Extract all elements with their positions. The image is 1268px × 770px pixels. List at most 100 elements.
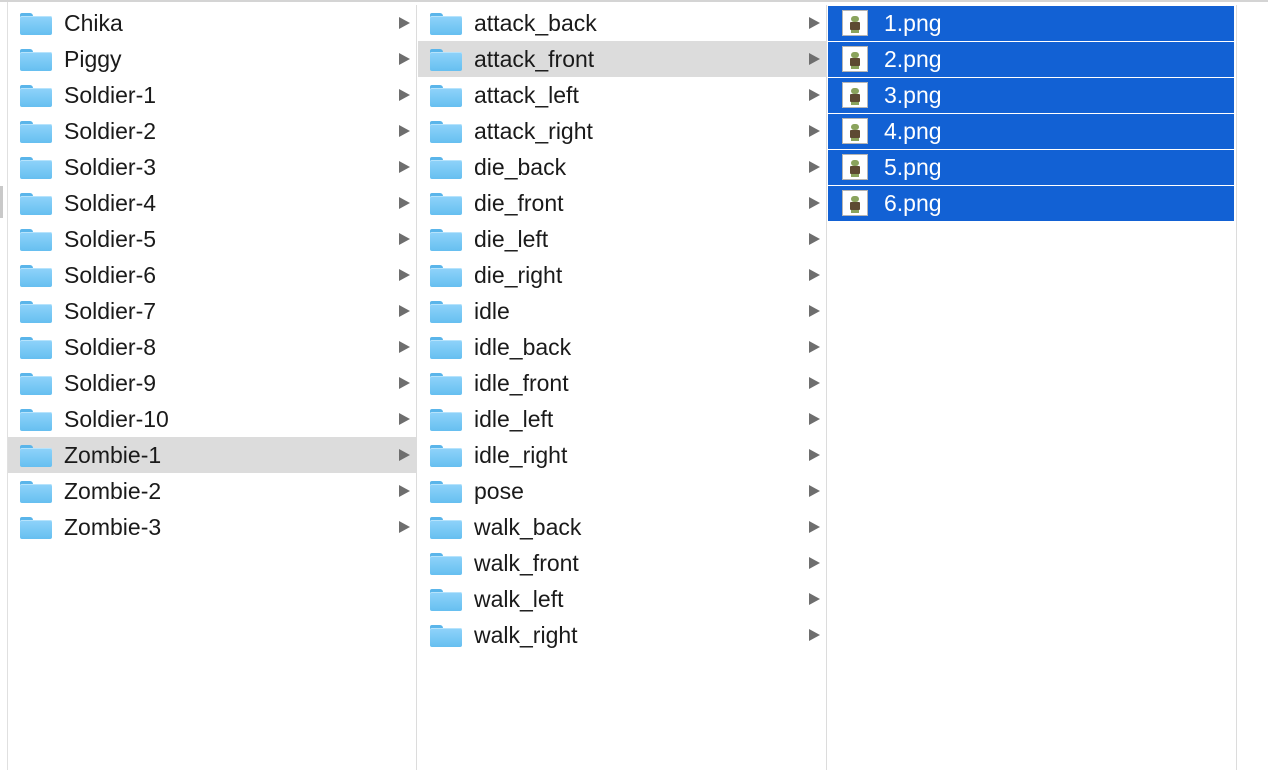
folder-icon [430,229,462,251]
folder-label: Zombie-2 [64,478,162,504]
folder-row[interactable]: attack_left [418,77,826,113]
folder-row[interactable]: idle_back [418,329,826,365]
folder-label: idle_back [474,334,572,360]
folder-row[interactable]: Zombie-3 [8,509,416,545]
png-file-icon [842,46,868,72]
window-top-border [0,0,1268,2]
folder-label: idle [474,298,510,324]
folder-row[interactable]: Zombie-1 [8,437,416,473]
folder-label: walk_right [474,622,578,648]
folder-row[interactable]: die_back [418,149,826,185]
folder-label: attack_back [474,10,597,36]
folder-row[interactable]: walk_back [418,509,826,545]
disclosure-arrow-icon [399,341,410,353]
folder-icon [20,49,52,71]
folder-icon [20,193,52,215]
file-label: 6.png [884,190,942,216]
folder-row[interactable]: Soldier-2 [8,113,416,149]
folder-icon [20,337,52,359]
folder-icon [430,445,462,467]
disclosure-arrow-icon [809,449,820,461]
folder-icon [20,157,52,179]
column-characters[interactable]: Chika Piggy Soldier-1 Soldier-2 Soldier-3 Sol… [8,5,417,770]
folder-row[interactable]: Piggy [8,41,416,77]
folder-icon [20,265,52,287]
folder-icon [20,121,52,143]
folder-icon [20,517,52,539]
folder-row[interactable]: Soldier-7 [8,293,416,329]
folder-label: die_left [474,226,549,252]
disclosure-arrow-icon [809,269,820,281]
disclosure-arrow-icon [809,89,820,101]
file-row[interactable]: 6.png [828,186,1234,221]
sidebar-resize-handle[interactable] [0,186,3,218]
disclosure-arrow-icon [809,305,820,317]
disclosure-arrow-icon [399,269,410,281]
png-file-icon [842,82,868,108]
file-row[interactable]: 4.png [828,114,1234,149]
file-row[interactable]: 3.png [828,78,1234,113]
file-label: 2.png [884,46,942,72]
column-animations[interactable]: attack_back attack_front attack_leftattack… [418,5,827,770]
folder-label: Soldier-9 [64,370,157,396]
disclosure-arrow-icon [809,485,820,497]
disclosure-arrow-icon [809,521,820,533]
file-label: 4.png [884,118,942,144]
folder-label: Chika [64,10,123,36]
file-label: 3.png [884,82,942,108]
folder-label: idle_right [474,442,568,468]
folder-icon [430,337,462,359]
folder-row[interactable]: die_front [418,185,826,221]
folder-icon [20,445,52,467]
folder-label: Soldier-2 [64,118,157,144]
folder-icon [430,121,462,143]
folder-label: attack_left [474,82,579,108]
disclosure-arrow-icon [809,17,820,29]
disclosure-arrow-icon [809,341,820,353]
folder-row[interactable]: Zombie-2 [8,473,416,509]
folder-icon [430,373,462,395]
folder-label: Zombie-3 [64,514,162,540]
folder-label: pose [474,478,524,504]
disclosure-arrow-icon [399,125,410,137]
file-row[interactable]: 1.png [828,6,1234,41]
folder-label: die_right [474,262,563,288]
finder-column-browser: Chika Piggy Soldier-1 Soldier-2 Soldier-3 Sol… [0,0,1268,770]
folder-row[interactable]: Soldier-9 [8,365,416,401]
folder-label: idle_front [474,370,569,396]
folder-row[interactable]: Soldier-3 [8,149,416,185]
file-row[interactable]: 2.png [828,42,1234,77]
folder-row[interactable]: idle_left [418,401,826,437]
disclosure-arrow-icon [399,53,410,65]
folder-icon [20,13,52,35]
folder-row[interactable]: idle [418,293,826,329]
folder-icon [20,481,52,503]
folder-row[interactable]: attack_front [418,41,826,77]
folder-label: Soldier-7 [64,298,157,324]
folder-row[interactable]: die_right [418,257,826,293]
folder-row[interactable]: walk_front [418,545,826,581]
folder-row[interactable]: Chika [8,5,416,41]
folder-icon [430,49,462,71]
folder-row[interactable]: Soldier-8 [8,329,416,365]
folder-row[interactable]: attack_back [418,5,826,41]
folder-icon [20,409,52,431]
file-row[interactable]: 5.png [828,150,1234,185]
folder-row[interactable]: walk_left [418,581,826,617]
folder-row[interactable]: Soldier-10 [8,401,416,437]
column-files[interactable]: 1.png 2.png 3.png 4.png 5.png 6.png [828,5,1237,770]
folder-row[interactable]: attack_right [418,113,826,149]
folder-row[interactable]: Soldier-1 [8,77,416,113]
folder-row[interactable]: pose [418,473,826,509]
folder-label: walk_left [474,586,564,612]
png-file-icon [842,190,868,216]
folder-row[interactable]: idle_front [418,365,826,401]
folder-row[interactable]: Soldier-5 [8,221,416,257]
disclosure-arrow-icon [399,521,410,533]
folder-row[interactable]: walk_right [418,617,826,653]
folder-row[interactable]: Soldier-6 [8,257,416,293]
folder-row[interactable]: idle_right [418,437,826,473]
folder-row[interactable]: die_left [418,221,826,257]
folder-row[interactable]: Soldier-4 [8,185,416,221]
disclosure-arrow-icon [809,629,820,641]
